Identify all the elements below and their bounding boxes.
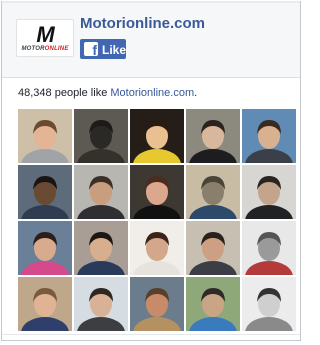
like-button[interactable]: f Like — [80, 39, 126, 59]
friend-avatar[interactable] — [74, 165, 128, 219]
page-name-link[interactable]: Motorionline.com — [80, 15, 205, 32]
bottom-divider — [2, 334, 300, 335]
logo-wordmark: MOTORONLINE — [19, 46, 71, 52]
facebook-f-glyph: f — [92, 42, 97, 58]
like-button-label: Like — [102, 43, 127, 57]
friend-avatar[interactable] — [18, 221, 72, 275]
facebook-f-icon: f — [84, 42, 98, 58]
header-divider — [2, 77, 300, 78]
page-logo[interactable]: M MOTORONLINE — [16, 19, 74, 57]
friend-avatar[interactable] — [74, 277, 128, 331]
friend-avatar[interactable] — [186, 109, 240, 163]
friend-avatar[interactable] — [242, 277, 296, 331]
likes-summary: 48,348 people like Motorionline.com. — [18, 87, 197, 99]
friend-avatar[interactable] — [242, 165, 296, 219]
likes-count: 48,348 — [18, 87, 52, 99]
likes-period: . — [194, 87, 198, 99]
logo-word-accent: ONLINE — [44, 46, 69, 52]
friend-avatar[interactable] — [18, 109, 72, 163]
friend-avatar[interactable] — [130, 277, 184, 331]
likes-text: people like — [51, 87, 111, 99]
logo-word-main: MOTOR — [21, 46, 45, 52]
likes-page-link[interactable]: Motorionline.com — [110, 87, 194, 99]
friend-avatar[interactable] — [74, 221, 128, 275]
friend-avatar[interactable] — [74, 109, 128, 163]
friend-avatar[interactable] — [242, 109, 296, 163]
page-header: M MOTORONLINE Motorionline.com f Like — [2, 3, 300, 77]
friend-avatar[interactable] — [186, 221, 240, 275]
friend-avatar[interactable] — [130, 109, 184, 163]
friend-avatar[interactable] — [242, 221, 296, 275]
friend-avatar[interactable] — [186, 165, 240, 219]
friend-avatar[interactable] — [18, 277, 72, 331]
logo-mark: M — [36, 22, 54, 47]
friend-faces-grid — [18, 109, 302, 333]
friend-avatar[interactable] — [186, 277, 240, 331]
friend-avatar[interactable] — [130, 221, 184, 275]
friend-avatar[interactable] — [18, 165, 72, 219]
friend-avatar[interactable] — [130, 165, 184, 219]
facebook-page-plugin: M MOTORONLINE Motorionline.com f Like 48… — [1, 1, 301, 341]
